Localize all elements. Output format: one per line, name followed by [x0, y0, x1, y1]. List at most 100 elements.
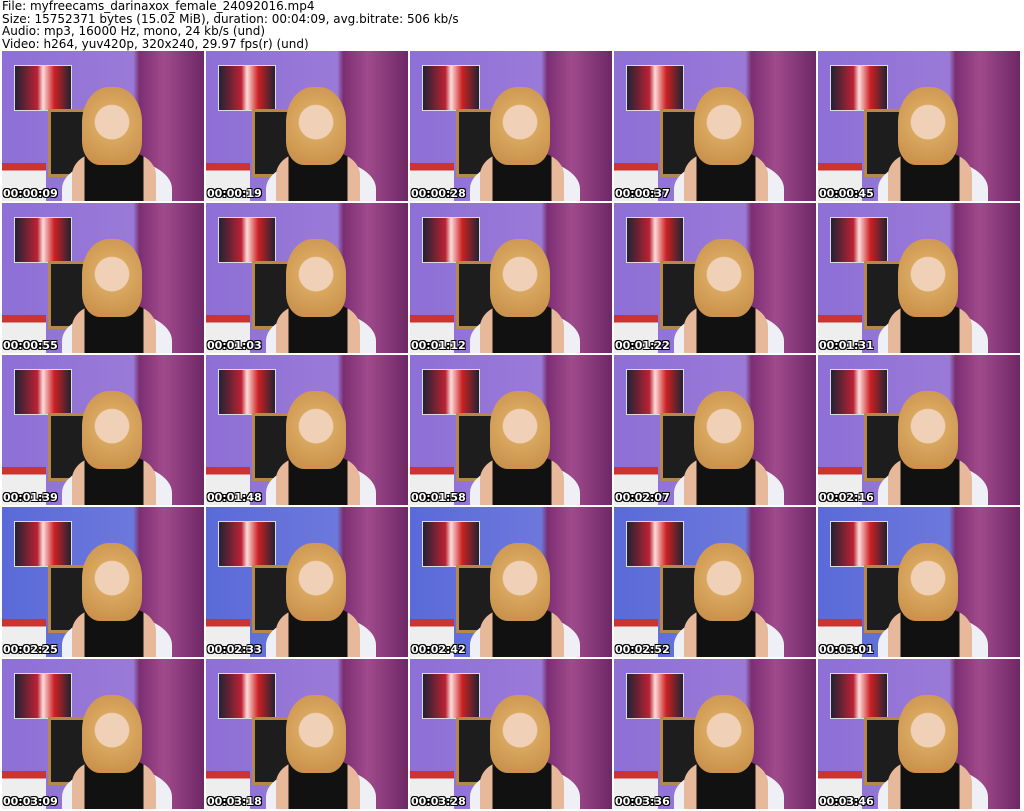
timestamp: 00:01:48	[207, 491, 262, 504]
wall-poster	[218, 673, 276, 719]
timestamp: 00:03:36	[615, 795, 670, 808]
person-head	[490, 87, 550, 165]
person-head	[82, 87, 142, 165]
video-thumbnail: 00:01:48	[206, 355, 408, 505]
wall-poster	[218, 65, 276, 111]
wall-poster	[422, 217, 480, 263]
timestamp: 00:02:25	[3, 643, 58, 656]
wall-poster	[14, 65, 72, 111]
wall-poster	[14, 369, 72, 415]
person-head	[490, 239, 550, 317]
video-thumbnail: 00:00:19	[206, 51, 408, 201]
video-thumbnail: 00:03:36	[614, 659, 816, 809]
person-head	[82, 391, 142, 469]
video-thumbnail: 00:01:31	[818, 203, 1020, 353]
video-thumbnail: 00:02:33	[206, 507, 408, 657]
person-head	[490, 391, 550, 469]
person-head	[898, 543, 958, 621]
video-thumbnail: 00:01:03	[206, 203, 408, 353]
wall-poster	[422, 369, 480, 415]
video-thumbnail: 00:03:09	[2, 659, 204, 809]
timestamp: 00:02:33	[207, 643, 262, 656]
person-head	[898, 87, 958, 165]
timestamp: 00:01:03	[207, 339, 262, 352]
timestamp: 00:03:28	[411, 795, 466, 808]
person-head	[898, 391, 958, 469]
wall-poster	[626, 369, 684, 415]
file-info-header: File: myfreecams_darinaxox_female_240920…	[2, 0, 459, 50]
person-head	[694, 87, 754, 165]
video-thumbnail: 00:00:28	[410, 51, 612, 201]
person-head	[490, 695, 550, 773]
video-thumbnail: 00:01:12	[410, 203, 612, 353]
video-thumbnail: 00:00:37	[614, 51, 816, 201]
timestamp: 00:02:07	[615, 491, 670, 504]
person-head	[694, 543, 754, 621]
wall-poster	[14, 521, 72, 567]
timestamp: 00:01:39	[3, 491, 58, 504]
wall-poster	[830, 521, 888, 567]
wall-poster	[218, 521, 276, 567]
wall-poster	[422, 521, 480, 567]
wall-poster	[626, 217, 684, 263]
timestamp: 00:03:01	[819, 643, 874, 656]
timestamp: 00:03:09	[3, 795, 58, 808]
wall-poster	[14, 673, 72, 719]
audio-info: Audio: mp3, 16000 Hz, mono, 24 kb/s (und…	[2, 24, 266, 38]
video-thumbnail: 00:01:22	[614, 203, 816, 353]
timestamp: 00:00:37	[615, 187, 670, 200]
person-head	[694, 391, 754, 469]
wall-poster	[830, 369, 888, 415]
person-head	[82, 239, 142, 317]
person-head	[694, 695, 754, 773]
timestamp: 00:02:42	[411, 643, 466, 656]
timestamp: 00:01:58	[411, 491, 466, 504]
person-head	[898, 695, 958, 773]
video-thumbnail: 00:00:55	[2, 203, 204, 353]
video-thumbnail: 00:01:39	[2, 355, 204, 505]
file-name: File: myfreecams_darinaxox_female_240920…	[2, 0, 315, 13]
person-head	[898, 239, 958, 317]
timestamp: 00:01:22	[615, 339, 670, 352]
timestamp: 00:00:19	[207, 187, 262, 200]
wall-poster	[218, 369, 276, 415]
thumbnail-grid: 00:00:09 00:00:19 00:00:28 00:00:37 00:00:45…	[2, 51, 1020, 809]
wall-poster	[626, 521, 684, 567]
timestamp: 00:01:12	[411, 339, 466, 352]
video-thumbnail: 00:00:45	[818, 51, 1020, 201]
person-head	[286, 695, 346, 773]
wall-poster	[626, 65, 684, 111]
person-head	[82, 543, 142, 621]
video-thumbnail: 00:01:58	[410, 355, 612, 505]
timestamp: 00:00:55	[3, 339, 58, 352]
wall-poster	[422, 673, 480, 719]
timestamp: 00:00:45	[819, 187, 874, 200]
video-thumbnail: 00:03:28	[410, 659, 612, 809]
person-head	[490, 543, 550, 621]
timestamp: 00:00:28	[411, 187, 466, 200]
video-thumbnail: 00:02:07	[614, 355, 816, 505]
person-head	[286, 543, 346, 621]
wall-poster	[626, 673, 684, 719]
video-thumbnail: 00:03:46	[818, 659, 1020, 809]
video-thumbnail: 00:02:16	[818, 355, 1020, 505]
wall-poster	[830, 65, 888, 111]
person-head	[694, 239, 754, 317]
wall-poster	[422, 65, 480, 111]
person-head	[286, 239, 346, 317]
wall-poster	[830, 217, 888, 263]
person-head	[82, 695, 142, 773]
timestamp: 00:02:16	[819, 491, 874, 504]
video-thumbnail: 00:02:25	[2, 507, 204, 657]
person-head	[286, 391, 346, 469]
video-thumbnail: 00:03:01	[818, 507, 1020, 657]
video-info: Video: h264, yuv420p, 320x240, 29.97 fps…	[2, 36, 309, 51]
video-thumbnail: 00:02:52	[614, 507, 816, 657]
timestamp: 00:03:46	[819, 795, 874, 808]
timestamp: 00:00:09	[3, 187, 58, 200]
video-thumbnail: 00:03:18	[206, 659, 408, 809]
wall-poster	[14, 217, 72, 263]
timestamp: 00:02:52	[615, 643, 670, 656]
wall-poster	[830, 673, 888, 719]
video-thumbnail: 00:00:09	[2, 51, 204, 201]
